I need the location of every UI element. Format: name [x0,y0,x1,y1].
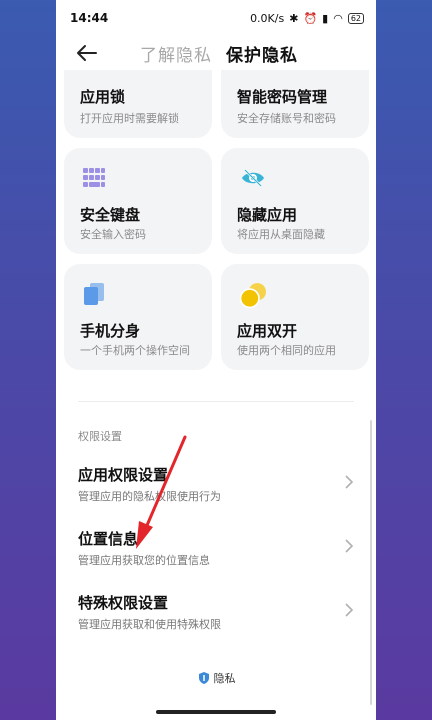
alarm-icon: ⏰ [303,11,318,25]
card-dual-apps[interactable]: 应用双开 使用两个相同的应用 [221,264,369,370]
top-bar: 了解隐私 保护隐私 [56,38,376,70]
card-password-manager[interactable]: 智能密码管理 安全存储账号和密码 [221,70,369,138]
chevron-right-icon [345,603,354,617]
row-title: 位置信息 [78,530,139,548]
signal-icon: ▮ [322,11,329,25]
scrollbar[interactable] [370,420,372,705]
card-app-lock[interactable]: 应用锁 打开应用时需要解锁 [64,70,212,138]
card-hide-apps[interactable]: 隐藏应用 将应用从桌面隐藏 [221,148,369,254]
card-desc: 安全存储账号和密码 [237,112,336,125]
card-desc: 安全输入密码 [80,228,146,241]
card-desc: 使用两个相同的应用 [237,344,336,357]
tab-protect-privacy[interactable]: 保护隐私 [226,41,298,66]
chevron-right-icon [345,539,354,553]
keypad-icon [83,168,105,187]
status-bar: 14:44 0.0K/s ✱ ⏰ ▮ ◠ 62 [56,0,376,36]
bluetooth-icon: ✱ [289,11,299,25]
back-arrow-icon[interactable] [76,42,98,64]
row-title: 特殊权限设置 [78,594,169,612]
card-title: 手机分身 [80,322,141,340]
row-special-permissions[interactable]: 特殊权限设置 管理应用获取和使用特殊权限 [56,588,376,644]
row-location[interactable]: 位置信息 管理应用获取您的位置信息 [56,524,376,580]
section-label-permissions: 权限设置 [78,430,122,443]
row-desc: 管理应用的隐私权限使用行为 [78,490,221,503]
card-desc: 打开应用时需要解锁 [80,112,179,125]
status-indicators: 0.0K/s ✱ ⏰ ▮ ◠ 62 [250,12,364,25]
chevron-right-icon [345,475,354,489]
privacy-shield-icon [198,672,209,684]
row-app-permissions[interactable]: 应用权限设置 管理应用的隐私权限使用行为 [56,460,376,516]
card-title: 应用双开 [237,322,298,340]
wifi-icon: ◠ [333,11,343,25]
eye-hidden-icon [242,169,264,187]
divider [78,401,354,402]
footer-label: 隐私 [213,672,236,685]
home-indicator[interactable] [156,710,276,714]
phone-screen: 14:44 0.0K/s ✱ ⏰ ▮ ◠ 62 了解隐私 保护隐私 应用锁 打开… [56,0,376,720]
card-desc: 一个手机两个操作空间 [80,344,190,357]
network-speed: 0.0K/s [250,11,285,25]
tab-learn-privacy[interactable]: 了解隐私 [140,41,212,66]
row-desc: 管理应用获取和使用特殊权限 [78,618,221,631]
row-title: 应用权限设置 [78,466,169,484]
card-title: 隐藏应用 [237,206,298,224]
card-secure-keyboard[interactable]: 安全键盘 安全输入密码 [64,148,212,254]
dual-app-icon [239,283,266,308]
status-time: 14:44 [70,11,109,25]
card-title: 智能密码管理 [237,88,328,106]
row-desc: 管理应用获取您的位置信息 [78,554,210,567]
card-title: 应用锁 [80,88,126,106]
card-desc: 将应用从桌面隐藏 [237,228,325,241]
dual-phone-icon [84,283,104,305]
battery-icon: 62 [347,12,364,24]
card-second-space[interactable]: 手机分身 一个手机两个操作空间 [64,264,212,370]
footer-privacy: 隐私 [56,670,376,686]
card-title: 安全键盘 [80,206,141,224]
